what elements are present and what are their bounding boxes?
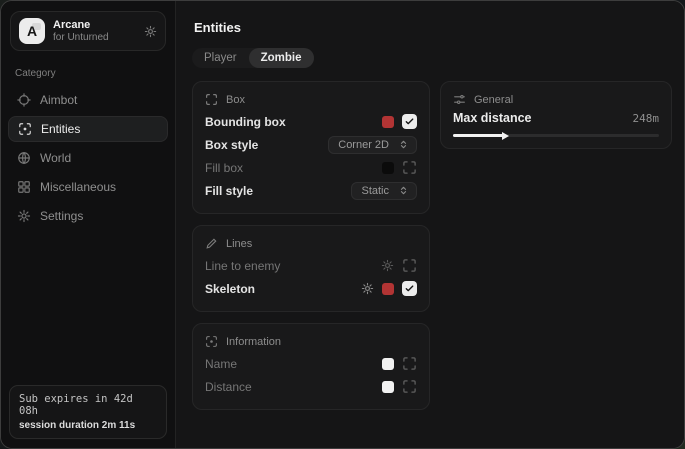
session-duration-text: session duration 2m 11s: [19, 420, 157, 431]
box-card-header: Box: [205, 93, 417, 106]
sidebar: A Arcane for Unturned Category Aimbot En…: [1, 1, 176, 448]
left-column: Box Bounding box Box style Cor: [192, 81, 430, 410]
sub-expires-text: Sub expires in 42d 08h: [19, 393, 157, 417]
setting-row-fill-style: Fill style Static: [205, 179, 417, 202]
category-label: Category: [15, 68, 161, 79]
sidebar-item-label: World: [40, 151, 71, 165]
sidebar-item-label: Settings: [40, 209, 83, 223]
brand-card: A Arcane for Unturned: [10, 11, 166, 51]
box-style-dropdown[interactable]: Corner 2D: [328, 136, 417, 154]
row-label: Bounding box: [205, 115, 286, 129]
color-swatch[interactable]: [382, 358, 394, 370]
row-label: Line to enemy: [205, 259, 280, 273]
general-card-header: General: [453, 93, 659, 106]
entity-tabs: Player Zombie: [192, 48, 314, 68]
checkbox-unchecked[interactable]: [402, 356, 417, 371]
crosshair-icon: [17, 93, 31, 107]
card-title: Information: [226, 336, 281, 348]
setting-row-line-to-enemy: Line to enemy: [205, 254, 417, 277]
setting-row-name: Name: [205, 352, 417, 375]
corners-icon: [205, 93, 218, 106]
slider-thumb[interactable]: [502, 132, 509, 140]
sidebar-item-label: Entities: [41, 122, 80, 136]
slider-label: Max distance: [453, 111, 532, 125]
slider-value: 248m: [633, 112, 660, 125]
chevrons-up-down-icon: [398, 185, 409, 196]
page-title: Entities: [194, 20, 672, 35]
row-settings-gear-icon[interactable]: [361, 282, 374, 295]
setting-row-fill-box: Fill box: [205, 156, 417, 179]
subscription-card: Sub expires in 42d 08h session duration …: [9, 385, 167, 439]
main-panel: Entities Player Zombie Box Bounding box: [176, 1, 684, 448]
sidebar-item-entities[interactable]: Entities: [8, 116, 168, 142]
dropdown-value: Corner 2D: [338, 139, 389, 151]
lines-card-header: Lines: [205, 237, 417, 250]
card-title: Lines: [226, 238, 252, 250]
chevrons-up-down-icon: [398, 139, 409, 150]
box-card: Box Bounding box Box style Cor: [192, 81, 430, 214]
color-swatch[interactable]: [382, 162, 394, 174]
lines-card: Lines Line to enemy Skeleton: [192, 225, 430, 312]
setting-row-box-style: Box style Corner 2D: [205, 133, 417, 156]
checkbox-checked[interactable]: [402, 281, 417, 296]
sidebar-item-label: Aimbot: [40, 93, 77, 107]
dropdown-value: Static: [361, 185, 389, 197]
checkbox-unchecked[interactable]: [402, 160, 417, 175]
content-area: Box Bounding box Box style Cor: [192, 81, 672, 410]
sidebar-item-label: Miscellaneous: [40, 180, 116, 194]
sliders-icon: [453, 93, 466, 106]
brand-text: Arcane for Unturned: [53, 19, 136, 43]
card-title: Box: [226, 94, 245, 106]
brand-gear-icon[interactable]: [144, 25, 157, 38]
color-swatch[interactable]: [382, 116, 394, 128]
general-card: General Max distance 248m: [440, 81, 672, 149]
checkbox-unchecked[interactable]: [402, 379, 417, 394]
sidebar-item-world[interactable]: World: [8, 145, 168, 171]
tab-zombie[interactable]: Zombie: [249, 48, 314, 68]
row-label: Distance: [205, 380, 252, 394]
app-logo: A: [19, 18, 45, 44]
color-swatch[interactable]: [382, 381, 394, 393]
sidebar-item-miscellaneous[interactable]: Miscellaneous: [8, 174, 168, 200]
sidebar-nav: Aimbot Entities World Miscellaneous: [1, 87, 175, 229]
row-label: Fill box: [205, 161, 243, 175]
setting-row-distance: Distance: [205, 375, 417, 398]
row-label: Skeleton: [205, 282, 255, 296]
scan-icon: [18, 122, 32, 136]
row-label: Fill style: [205, 184, 253, 198]
max-distance-slider[interactable]: [453, 134, 659, 137]
fill-style-dropdown[interactable]: Static: [351, 182, 417, 200]
information-card: Information Name Distance: [192, 323, 430, 410]
max-distance-row: Max distance 248m: [453, 111, 659, 125]
checkbox-unchecked[interactable]: [402, 258, 417, 273]
scan-icon: [205, 335, 218, 348]
sidebar-item-aimbot[interactable]: Aimbot: [8, 87, 168, 113]
color-swatch[interactable]: [382, 283, 394, 295]
grid-icon: [17, 180, 31, 194]
row-label: Box style: [205, 138, 258, 152]
globe-icon: [17, 151, 31, 165]
brand-subtitle: for Unturned: [53, 32, 136, 44]
checkbox-checked[interactable]: [402, 114, 417, 129]
right-column: General Max distance 248m: [440, 81, 672, 149]
setting-row-bounding-box: Bounding box: [205, 110, 417, 133]
row-label: Name: [205, 357, 237, 371]
tab-player[interactable]: Player: [192, 48, 249, 68]
gear-icon: [17, 209, 31, 223]
brand-name: Arcane: [53, 19, 136, 32]
logo-letter: A: [27, 23, 37, 39]
card-title: General: [474, 94, 513, 106]
information-card-header: Information: [205, 335, 417, 348]
row-settings-gear-icon[interactable]: [381, 259, 394, 272]
setting-row-skeleton: Skeleton: [205, 277, 417, 300]
slider-fill: [453, 134, 504, 137]
app-window: A Arcane for Unturned Category Aimbot En…: [0, 0, 685, 449]
sidebar-item-settings[interactable]: Settings: [8, 203, 168, 229]
pencil-icon: [205, 237, 218, 250]
